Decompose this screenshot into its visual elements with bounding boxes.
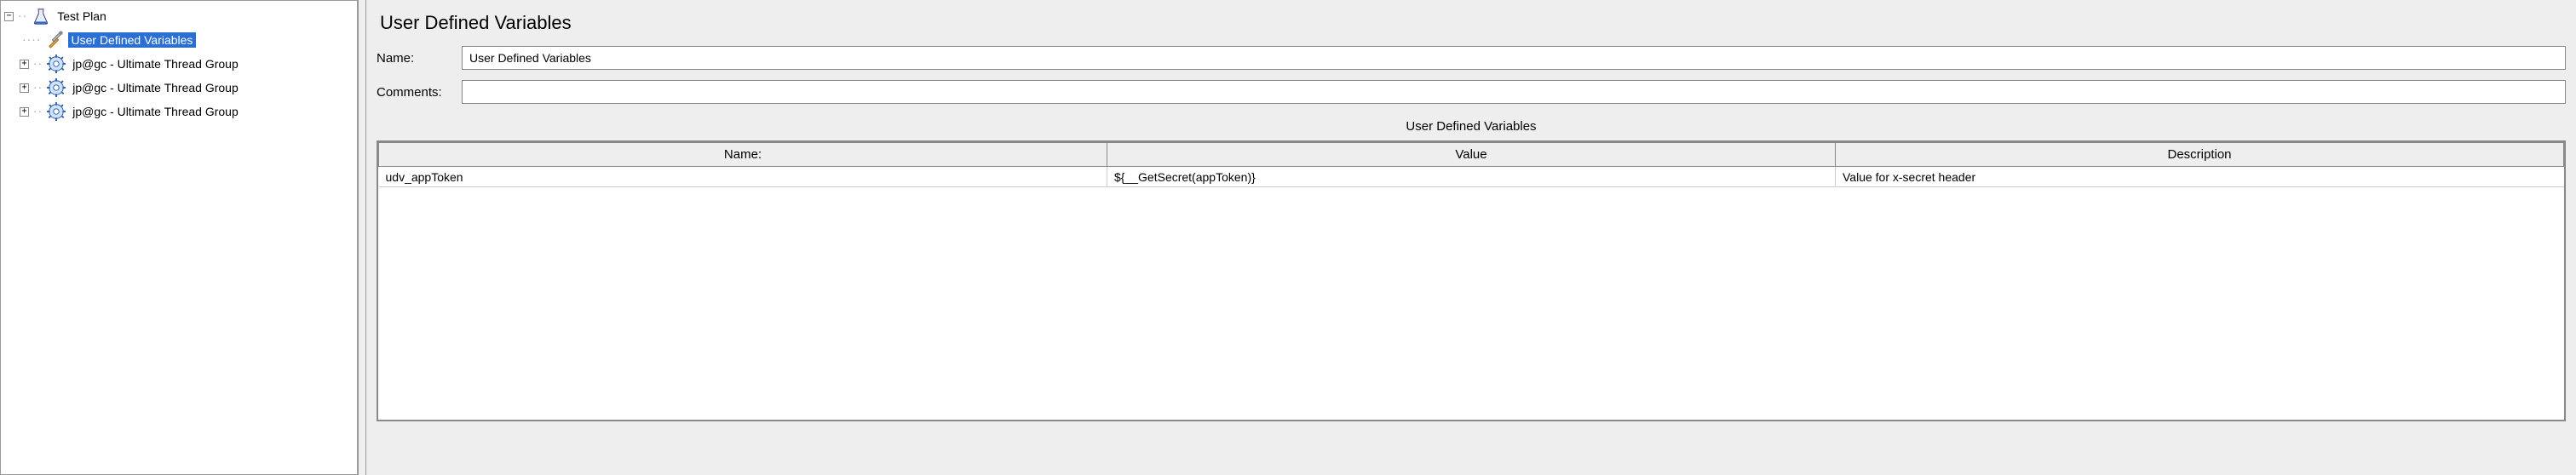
table-row[interactable]: udv_appToken ${__GetSecret(appToken)} Va… <box>379 167 2564 187</box>
tree-connector: ···· <box>21 35 41 46</box>
table-section-title: User Defined Variables <box>377 119 2566 134</box>
tree-connector: ·· <box>32 83 42 94</box>
tree-connector: ·· <box>32 59 42 70</box>
expand-icon[interactable]: + <box>20 60 29 69</box>
splitter[interactable] <box>358 0 366 475</box>
tree-node-threadgroup-3[interactable]: + ·· jp@gc - Ultimate Thread Group <box>3 100 355 123</box>
col-header-description[interactable]: Description <box>1836 143 2564 167</box>
tree-label-root[interactable]: Test Plan <box>54 9 110 24</box>
table-header-row: Name: Value Description <box>379 143 2564 167</box>
name-field-row: Name: <box>377 46 2566 70</box>
collapse-icon[interactable]: − <box>4 12 14 21</box>
comments-field-row: Comments: <box>377 80 2566 104</box>
tree[interactable]: − ·· Test Plan ···· User Define <box>1 1 357 127</box>
gear-icon <box>47 102 66 121</box>
gear-icon <box>47 78 66 97</box>
col-header-value[interactable]: Value <box>1107 143 1836 167</box>
expand-icon[interactable]: + <box>20 107 29 117</box>
comments-input[interactable] <box>462 80 2566 104</box>
content-panel: User Defined Variables Name: Comments: U… <box>366 0 2576 475</box>
cell-value[interactable]: ${__GetSecret(appToken)} <box>1107 167 1836 187</box>
tree-node-threadgroup-2[interactable]: + ·· jp@gc - Ultimate Thread Group <box>3 76 355 100</box>
tree-connector: ·· <box>17 11 26 22</box>
tree-label-threadgroup[interactable]: jp@gc - Ultimate Thread Group <box>69 80 241 95</box>
tree-connector: ·· <box>32 106 42 117</box>
tree-label-udv[interactable]: User Defined Variables <box>68 32 197 48</box>
name-input[interactable] <box>462 46 2566 70</box>
tree-node-root[interactable]: − ·· Test Plan <box>3 4 355 28</box>
tools-icon <box>46 31 65 49</box>
col-header-name[interactable]: Name: <box>379 143 1107 167</box>
tree-node-udv[interactable]: ···· User Defined Variables <box>3 28 355 52</box>
cell-description[interactable]: Value for x-secret header <box>1836 167 2564 187</box>
vars-table[interactable]: Name: Value Description udv_appToken ${_… <box>378 142 2564 187</box>
comments-label: Comments: <box>377 85 462 100</box>
gear-icon <box>47 54 66 73</box>
tree-label-threadgroup[interactable]: jp@gc - Ultimate Thread Group <box>69 56 241 72</box>
tree-panel: − ·· Test Plan ···· User Define <box>0 0 358 475</box>
tree-label-threadgroup[interactable]: jp@gc - Ultimate Thread Group <box>69 104 241 119</box>
tree-node-threadgroup-1[interactable]: + ·· jp@gc - Ultimate Thread Group <box>3 52 355 76</box>
vars-table-wrapper: Name: Value Description udv_appToken ${_… <box>377 140 2566 421</box>
panel-title: User Defined Variables <box>377 7 2566 46</box>
name-label: Name: <box>377 51 462 66</box>
expand-icon[interactable]: + <box>20 83 29 93</box>
beaker-icon <box>32 7 50 26</box>
cell-name[interactable]: udv_appToken <box>379 167 1107 187</box>
